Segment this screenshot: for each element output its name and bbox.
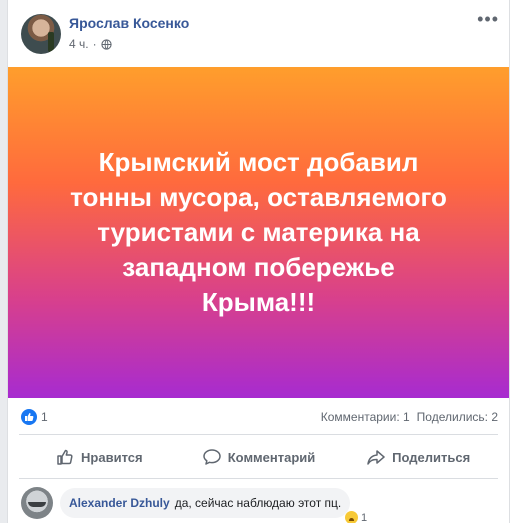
- post-meta: 4 ч. ·: [69, 37, 112, 51]
- globe-icon[interactable]: [100, 38, 112, 50]
- avatar-graphic: [28, 502, 46, 507]
- action-bar: Нравится Комментарий Поделиться: [19, 440, 498, 474]
- text-background-card: Крымский мост добавил тонны мусора, оста…: [8, 67, 509, 398]
- comment-text: да, сейчас наблюдаю этот пц.: [174, 496, 342, 510]
- post-text: Крымский мост добавил тонны мусора, оста…: [70, 147, 447, 317]
- commenter-avatar[interactable]: [21, 487, 53, 519]
- commenter-name[interactable]: Alexander Dzhuly: [69, 496, 170, 510]
- comment-reaction-count: 1: [361, 511, 368, 523]
- thumbs-up-icon: [57, 449, 73, 465]
- comment-label: Комментарий: [227, 449, 316, 465]
- comment-reactions[interactable]: 1: [345, 511, 367, 523]
- comment-bubble: Alexander Dzhuly да, сейчас наблюдаю это…: [60, 488, 351, 518]
- shares-count[interactable]: Поделились: 2: [417, 410, 498, 424]
- author-avatar[interactable]: [21, 14, 61, 54]
- like-label: Нравится: [81, 449, 143, 465]
- share-icon: [367, 450, 385, 465]
- share-label: Поделиться: [392, 449, 471, 465]
- more-options-button[interactable]: •••: [477, 10, 499, 28]
- like-button[interactable]: Нравится: [19, 440, 179, 474]
- wow-reaction-icon: [345, 511, 358, 523]
- divider: [19, 478, 498, 479]
- like-count[interactable]: 1: [41, 410, 48, 424]
- like-reaction-icon[interactable]: [21, 409, 37, 425]
- share-button[interactable]: Поделиться: [338, 440, 498, 474]
- bottle-graphic: [48, 32, 54, 52]
- divider: [19, 434, 498, 435]
- post-time[interactable]: 4 ч.: [69, 37, 89, 51]
- author-name[interactable]: Ярослав Косенко: [69, 15, 189, 31]
- post-card: Ярослав Косенко 4 ч. · ••• Крымский мост…: [7, 0, 510, 523]
- meta-separator: ·: [92, 37, 97, 51]
- comments-count[interactable]: Комментарии: 1: [321, 410, 410, 424]
- comment-button[interactable]: Комментарий: [179, 440, 339, 474]
- post-stats: Комментарии: 1 Поделились: 2: [321, 410, 498, 424]
- comment-icon: [202, 449, 221, 465]
